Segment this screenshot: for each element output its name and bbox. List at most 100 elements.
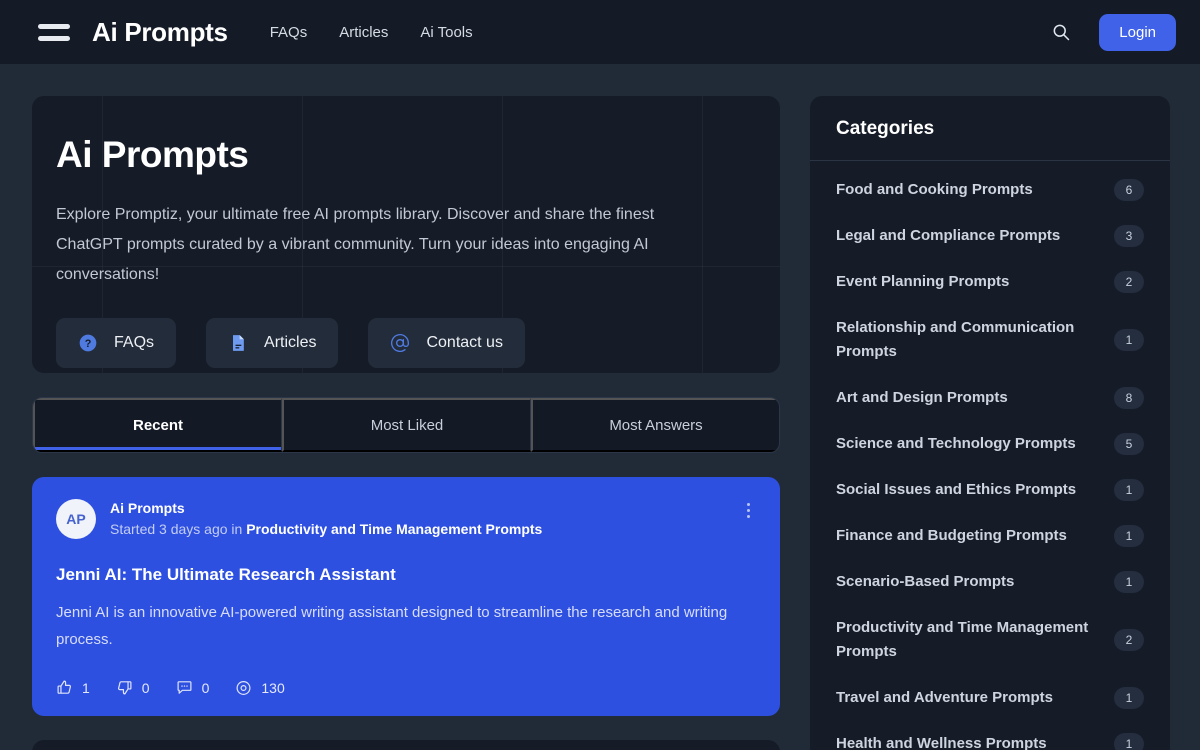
nav-link-ai-tools[interactable]: Ai Tools — [420, 24, 472, 41]
category-item-food-and-cooking[interactable]: Food and Cooking Prompts 6 — [810, 167, 1170, 213]
post-category-link[interactable]: Productivity and Time Management Prompts — [246, 521, 542, 537]
categories-header: Categories — [810, 96, 1170, 161]
category-label: Travel and Adventure Prompts — [836, 689, 1054, 706]
sort-tabs: Recent Most Liked Most Answers — [32, 397, 780, 453]
category-label: Scenario-Based Prompts — [836, 573, 1015, 590]
categories-card: Categories Food and Cooking Prompts 6 Le… — [810, 96, 1170, 750]
hero-faqs-button[interactable]: ? FAQs — [56, 318, 177, 368]
category-item-productivity-and-time-management[interactable]: Productivity and Time Management Prompts… — [810, 605, 1170, 675]
category-count-badge: 1 — [1114, 329, 1144, 351]
hamburger-menu-icon[interactable] — [38, 21, 70, 43]
eye-icon — [235, 679, 252, 696]
post-stats: 1 0 0 130 — [56, 679, 756, 696]
hamburger-bar — [38, 35, 70, 41]
category-item-science-and-technology[interactable]: Science and Technology Prompts 5 — [810, 421, 1170, 467]
stat-likes-value: 1 — [82, 679, 90, 696]
category-count-badge: 2 — [1114, 629, 1144, 651]
sidebar-column: Categories Food and Cooking Prompts 6 Le… — [810, 96, 1170, 750]
avatar: AP — [56, 499, 96, 539]
category-item-scenario-based[interactable]: Scenario-Based Prompts 1 — [810, 559, 1170, 605]
thumbs-up-icon — [56, 679, 73, 696]
post-excerpt: Jenni AI is an innovative AI-powered wri… — [56, 604, 728, 648]
hero-description: Explore Promptiz, your ultimate free AI … — [56, 206, 655, 283]
next-post-card-partial[interactable] — [32, 740, 780, 750]
categories-title: Categories — [836, 118, 935, 139]
comment-icon — [176, 679, 193, 696]
hero-actions: ? FAQs Articles Contact us — [56, 318, 740, 368]
hero-articles-label: Articles — [264, 334, 317, 351]
category-label: Event Planning Prompts — [836, 273, 1010, 290]
svg-text:?: ? — [85, 338, 92, 350]
hamburger-bar — [38, 23, 70, 29]
question-circle-icon: ? — [78, 333, 98, 353]
category-count-badge: 1 — [1114, 571, 1144, 593]
hero-faqs-label: FAQs — [114, 334, 155, 351]
main-column: Ai Prompts Explore Promptiz, your ultima… — [32, 96, 780, 750]
category-label: Food and Cooking Prompts — [836, 181, 1033, 198]
nav-link-faqs[interactable]: FAQs — [270, 24, 308, 41]
nav-links: FAQs Articles Ai Tools — [270, 24, 473, 41]
dot — [746, 502, 750, 506]
hero-articles-button[interactable]: Articles — [206, 318, 339, 368]
document-icon — [228, 333, 248, 353]
top-navbar: Ai Prompts FAQs Articles Ai Tools Login — [0, 0, 1200, 64]
search-icon[interactable] — [1049, 20, 1073, 44]
category-count-badge: 2 — [1114, 271, 1144, 293]
category-item-event-planning[interactable]: Event Planning Prompts 2 — [810, 259, 1170, 305]
thumbs-down-icon — [116, 679, 133, 696]
category-count-badge: 1 — [1114, 479, 1144, 501]
hero-contact-label: Contact us — [426, 334, 503, 351]
category-label: Legal and Compliance Prompts — [836, 227, 1061, 244]
category-label: Social Issues and Ethics Prompts — [836, 481, 1077, 498]
category-label: Finance and Budgeting Prompts — [836, 527, 1067, 544]
category-label: Productivity and Time Management Prompts — [836, 619, 1089, 660]
category-item-art-and-design[interactable]: Art and Design Prompts 8 — [810, 375, 1170, 421]
tab-recent[interactable]: Recent — [33, 398, 282, 452]
category-item-travel-and-adventure[interactable]: Travel and Adventure Prompts 1 — [810, 675, 1170, 721]
category-item-health-and-wellness[interactable]: Health and Wellness Prompts 1 — [810, 721, 1170, 750]
post-card[interactable]: AP Ai Prompts Started 3 days ago in Prod… — [32, 477, 780, 716]
category-item-relationship-and-communication[interactable]: Relationship and Communication Prompts 1 — [810, 305, 1170, 375]
login-button[interactable]: Login — [1099, 13, 1176, 51]
hero-title: Ai Prompts — [56, 134, 249, 175]
category-count-badge: 6 — [1114, 179, 1144, 201]
stat-views[interactable]: 130 — [235, 679, 285, 696]
post-header: AP Ai Prompts Started 3 days ago in Prod… — [56, 499, 756, 539]
at-sign-icon — [390, 333, 410, 353]
nav-link-articles[interactable]: Articles — [339, 24, 388, 41]
stat-views-value: 130 — [261, 679, 285, 696]
categories-list: Food and Cooking Prompts 6 Legal and Com… — [810, 161, 1170, 750]
category-count-badge: 8 — [1114, 387, 1144, 409]
post-author: Ai Prompts — [110, 500, 185, 516]
tab-most-liked[interactable]: Most Liked — [282, 398, 531, 452]
category-item-finance-and-budgeting[interactable]: Finance and Budgeting Prompts 1 — [810, 513, 1170, 559]
navbar-right: Login — [1049, 13, 1176, 51]
page-body: Ai Prompts Explore Promptiz, your ultima… — [0, 64, 1200, 750]
dot — [746, 508, 750, 512]
stat-dislikes[interactable]: 0 — [116, 679, 150, 696]
category-label: Science and Technology Prompts — [836, 435, 1076, 452]
category-count-badge: 1 — [1114, 687, 1144, 709]
category-label: Health and Wellness Prompts — [836, 735, 1047, 750]
tab-most-answers[interactable]: Most Answers — [531, 398, 779, 452]
category-item-social-issues-and-ethics[interactable]: Social Issues and Ethics Prompts 1 — [810, 467, 1170, 513]
hero-card: Ai Prompts Explore Promptiz, your ultima… — [32, 96, 780, 373]
category-label: Art and Design Prompts — [836, 389, 1008, 406]
category-count-badge: 1 — [1114, 525, 1144, 547]
category-count-badge: 3 — [1114, 225, 1144, 247]
stat-comments-value: 0 — [201, 679, 210, 696]
category-label: Relationship and Communication Prompts — [836, 319, 1075, 360]
stat-comments[interactable]: 0 — [176, 679, 210, 696]
category-count-badge: 5 — [1114, 433, 1144, 455]
post-meta: Ai Prompts Started 3 days ago in Product… — [110, 499, 542, 537]
more-vertical-icon[interactable] — [738, 499, 758, 521]
hero-contact-button[interactable]: Contact us — [368, 318, 525, 368]
category-item-legal-and-compliance[interactable]: Legal and Compliance Prompts 3 — [810, 213, 1170, 259]
stat-likes[interactable]: 1 — [56, 679, 90, 696]
brand-logo[interactable]: Ai Prompts — [92, 17, 228, 48]
post-title[interactable]: Jenni AI: The Ultimate Research Assistan… — [56, 565, 756, 585]
category-count-badge: 1 — [1114, 733, 1144, 750]
dot — [746, 514, 750, 518]
post-subtitle: Started 3 days ago in Productivity and T… — [110, 521, 542, 537]
post-time-text: Started 3 days ago in — [110, 521, 243, 537]
